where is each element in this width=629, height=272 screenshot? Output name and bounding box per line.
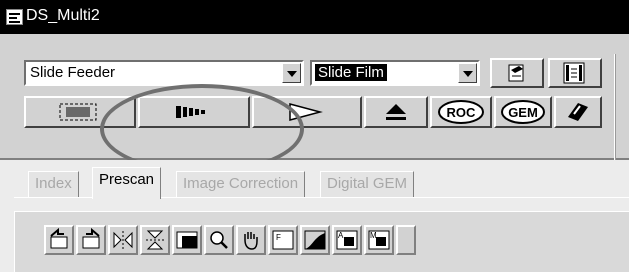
zoom-icon bbox=[210, 231, 228, 249]
chevron-down-icon[interactable] bbox=[282, 63, 301, 83]
manual-letter: M bbox=[370, 231, 377, 240]
auto-letter: A bbox=[338, 231, 344, 240]
film-strip-button[interactable] bbox=[548, 58, 602, 88]
gem-button[interactable]: GEM bbox=[494, 96, 552, 128]
flip-horizontal-button[interactable] bbox=[108, 225, 138, 255]
white-point-button[interactable]: F bbox=[268, 225, 298, 255]
film-type-select[interactable]: Slide Film bbox=[310, 60, 480, 86]
flip-horizontal-icon bbox=[113, 231, 133, 249]
hand-button[interactable] bbox=[236, 225, 266, 255]
auto-exposure-button[interactable]: A bbox=[332, 225, 362, 255]
title-bar: DS_Multi2 bbox=[0, 0, 629, 34]
tone-curve-icon bbox=[304, 230, 326, 250]
hand-icon bbox=[244, 232, 258, 250]
tab-image-correction[interactable]: Image Correction bbox=[176, 171, 306, 197]
panel-divider bbox=[614, 54, 616, 160]
source-select-value: Slide Feeder bbox=[30, 64, 116, 81]
auto-exposure-icon: A bbox=[336, 230, 358, 250]
roc-button[interactable]: ROC bbox=[430, 96, 492, 128]
tab-index[interactable]: Index bbox=[28, 171, 79, 197]
manual-exposure-icon: M bbox=[368, 230, 390, 250]
eject-button[interactable] bbox=[364, 96, 428, 128]
settings-button[interactable] bbox=[490, 58, 544, 88]
flip-vertical-button[interactable] bbox=[140, 225, 170, 255]
roc-label: ROC bbox=[447, 105, 477, 120]
rotate-left-icon bbox=[50, 227, 68, 249]
tab-prescan[interactable]: Prescan bbox=[92, 167, 162, 199]
manual-exposure-button[interactable]: M bbox=[364, 225, 394, 255]
gem-label: GEM bbox=[508, 105, 538, 120]
film-strip-icon bbox=[563, 62, 585, 84]
white-point-letter: F bbox=[276, 233, 281, 242]
rotate-left-button[interactable] bbox=[44, 225, 74, 255]
gem-icon: GEM bbox=[501, 100, 545, 124]
help-button[interactable] bbox=[554, 96, 602, 128]
flip-vertical-icon bbox=[146, 230, 164, 250]
white-point-icon: F bbox=[272, 230, 294, 250]
help-icon bbox=[568, 103, 588, 121]
roc-icon: ROC bbox=[438, 100, 484, 124]
app-icon bbox=[6, 9, 23, 25]
tone-curve-button[interactable] bbox=[300, 225, 330, 255]
settings-icon bbox=[508, 64, 524, 82]
rotate-right-icon bbox=[82, 227, 100, 249]
rotate-right-button[interactable] bbox=[76, 225, 106, 255]
chevron-down-icon[interactable] bbox=[458, 63, 477, 83]
toolbar-overflow[interactable] bbox=[396, 225, 416, 255]
window-title: DS_Multi2 bbox=[26, 7, 100, 24]
eject-icon bbox=[386, 104, 406, 120]
zoom-button[interactable] bbox=[204, 225, 234, 255]
film-type-select-value: Slide Film bbox=[314, 63, 388, 82]
source-select[interactable]: Slide Feeder bbox=[24, 60, 304, 86]
crop-button[interactable] bbox=[172, 225, 202, 255]
tab-digital-gem[interactable]: Digital GEM bbox=[320, 171, 415, 197]
crop-icon bbox=[176, 231, 198, 249]
